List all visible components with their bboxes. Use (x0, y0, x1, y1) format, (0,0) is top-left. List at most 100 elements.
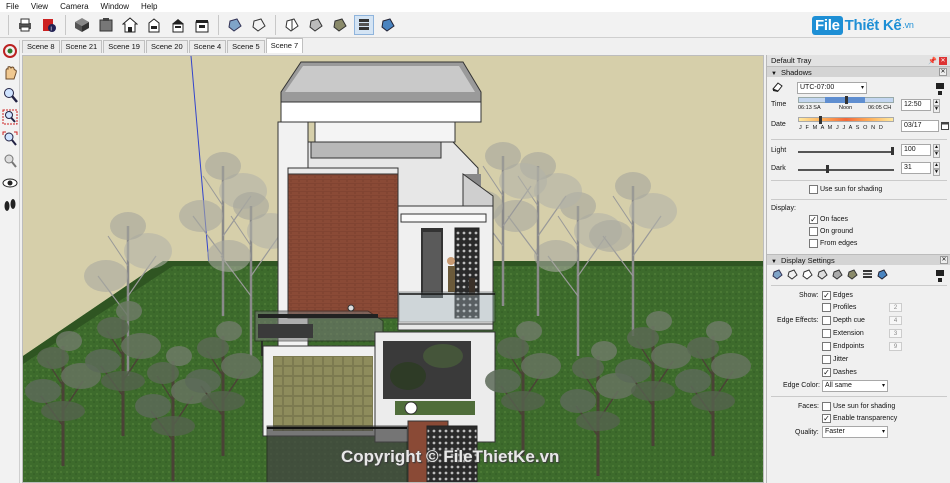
scene-tabs: Scene 8 Scene 21 Scene 19 Scene 20 Scene… (22, 38, 304, 53)
iso-view-icon[interactable] (72, 15, 92, 35)
top-view-icon[interactable] (96, 15, 116, 35)
light-input[interactable]: 100 (901, 144, 931, 156)
jitter-label: Jitter (833, 356, 849, 363)
xray-style-icon[interactable] (772, 269, 783, 280)
quality-select[interactable]: Faster ▾ (822, 426, 888, 438)
close-icon[interactable]: ✕ (939, 56, 947, 65)
panel-close-icon[interactable]: ✕ (939, 68, 947, 76)
menu-camera[interactable]: Camera (60, 2, 88, 11)
dark-slider-thumb[interactable] (826, 165, 829, 173)
shadow-toggle-icon[interactable] (772, 81, 783, 92)
hidden-line-style-icon[interactable] (817, 269, 828, 280)
time-stepper[interactable]: ▲ ▼ (933, 99, 940, 113)
depth-cue-input[interactable]: 4 (889, 316, 902, 325)
tab-scene-7[interactable]: Scene 7 (265, 38, 304, 53)
details-toggle-icon[interactable] (935, 269, 945, 283)
panel-close-icon[interactable]: ✕ (940, 256, 948, 264)
toolbar-separator (65, 14, 66, 35)
extension-checkbox[interactable] (822, 329, 831, 338)
profiles-checkbox[interactable] (822, 303, 831, 312)
zoom-extents-icon[interactable] (1, 130, 18, 148)
panel-separator (771, 139, 947, 140)
shaded-textures-style-icon[interactable] (847, 269, 858, 280)
front-view-icon[interactable] (120, 15, 140, 35)
time-input[interactable]: 12:50 (901, 99, 931, 111)
menu-file[interactable]: File (6, 2, 19, 11)
pan-icon[interactable] (1, 64, 18, 82)
look-around-icon[interactable] (1, 174, 18, 192)
tab-scene-19[interactable]: Scene 19 (103, 40, 145, 53)
time-slider-thumb[interactable] (845, 96, 848, 104)
light-slider[interactable] (798, 151, 894, 153)
extension-input[interactable]: 3 (889, 329, 902, 338)
month-labels: J F M A M J J A S O N D (799, 125, 884, 131)
edges-checkbox[interactable]: ✓ (822, 291, 831, 300)
display-settings-panel-header[interactable]: ▼ Display Settings ✕ (767, 254, 950, 265)
model-viewport[interactable]: Copyright © FileThietKe.vn (22, 55, 764, 483)
dark-input[interactable]: 31 (901, 162, 931, 174)
profiles-width-input[interactable]: 2 (889, 303, 902, 312)
endpoints-checkbox[interactable] (822, 342, 831, 351)
shaded-style-icon[interactable] (306, 15, 326, 35)
shaded-textures-style-icon[interactable] (330, 15, 350, 35)
edge-color-value: All same (825, 382, 852, 389)
monochrome-style-icon[interactable] (354, 14, 374, 35)
left-view-icon[interactable] (192, 15, 212, 35)
orbit-icon[interactable] (1, 42, 18, 60)
tab-scene-20[interactable]: Scene 20 (145, 40, 188, 53)
calendar-icon[interactable] (941, 121, 949, 130)
wireframe-style-icon[interactable] (802, 269, 813, 280)
tab-scene-21[interactable]: Scene 21 (60, 40, 103, 53)
use-sun-checkbox[interactable] (809, 185, 818, 194)
right-view-icon[interactable] (144, 15, 164, 35)
svg-text:i: i (51, 26, 52, 32)
wireframe-style-icon[interactable] (249, 15, 269, 35)
tab-scene-8[interactable]: Scene 8 (22, 40, 60, 53)
shadows-panel-header[interactable]: ▼ Shadows ✕ (767, 66, 950, 77)
previous-view-icon[interactable] (1, 152, 18, 170)
xray-toggle-icon[interactable] (877, 269, 888, 280)
menu-help[interactable]: Help (141, 2, 157, 11)
light-stepper[interactable]: ▲ ▼ (933, 144, 940, 158)
details-toggle-icon[interactable] (935, 82, 945, 96)
hidden-line-style-icon[interactable] (282, 15, 302, 35)
tab-scene-4[interactable]: Scene 4 (188, 40, 227, 53)
timezone-value: UTC-07:00 (800, 84, 835, 91)
monochrome-style-icon[interactable] (862, 269, 873, 280)
on-ground-checkbox[interactable] (809, 227, 818, 236)
dark-stepper[interactable]: ▲ ▼ (933, 162, 940, 176)
zoom-icon[interactable] (1, 86, 18, 104)
pin-icon[interactable]: 📌 (928, 57, 937, 65)
walk-icon[interactable] (1, 196, 18, 214)
menu-bar: File View Camera Window Help (0, 0, 950, 12)
edge-color-select[interactable]: All same ▾ (822, 380, 888, 392)
menu-view[interactable]: View (31, 2, 48, 11)
jitter-checkbox[interactable] (822, 355, 831, 364)
on-faces-checkbox[interactable]: ✓ (809, 215, 818, 224)
print-icon[interactable] (15, 15, 35, 35)
collapse-triangle-icon: ▼ (771, 70, 777, 77)
dashes-checkbox[interactable]: ✓ (822, 368, 831, 377)
date-slider[interactable] (798, 116, 894, 124)
tab-scene-5[interactable]: Scene 5 (227, 40, 265, 53)
timezone-select[interactable]: UTC-07:00 ▾ (797, 82, 867, 94)
from-edges-checkbox[interactable] (809, 239, 818, 248)
transparency-checkbox[interactable]: ✓ (822, 414, 831, 423)
date-input[interactable]: 03/17 (901, 120, 939, 132)
menu-window[interactable]: Window (101, 2, 129, 11)
faces-use-sun-checkbox[interactable] (822, 402, 831, 411)
time-slider[interactable] (798, 96, 894, 104)
light-slider-thumb[interactable] (891, 147, 894, 155)
xray-style-icon[interactable] (225, 15, 245, 35)
endpoints-input[interactable]: 9 (889, 342, 902, 351)
xray-toggle-icon[interactable] (378, 15, 398, 35)
dark-slider[interactable] (798, 169, 894, 171)
shaded-style-icon[interactable] (832, 269, 843, 280)
zoom-window-icon[interactable] (1, 108, 18, 126)
date-slider-thumb[interactable] (819, 116, 822, 124)
depth-cue-checkbox[interactable] (822, 316, 831, 325)
back-view-icon[interactable] (168, 15, 188, 35)
model-info-icon[interactable]: i (39, 15, 59, 35)
style-icon-row (772, 269, 888, 280)
back-edges-style-icon[interactable] (787, 269, 798, 280)
